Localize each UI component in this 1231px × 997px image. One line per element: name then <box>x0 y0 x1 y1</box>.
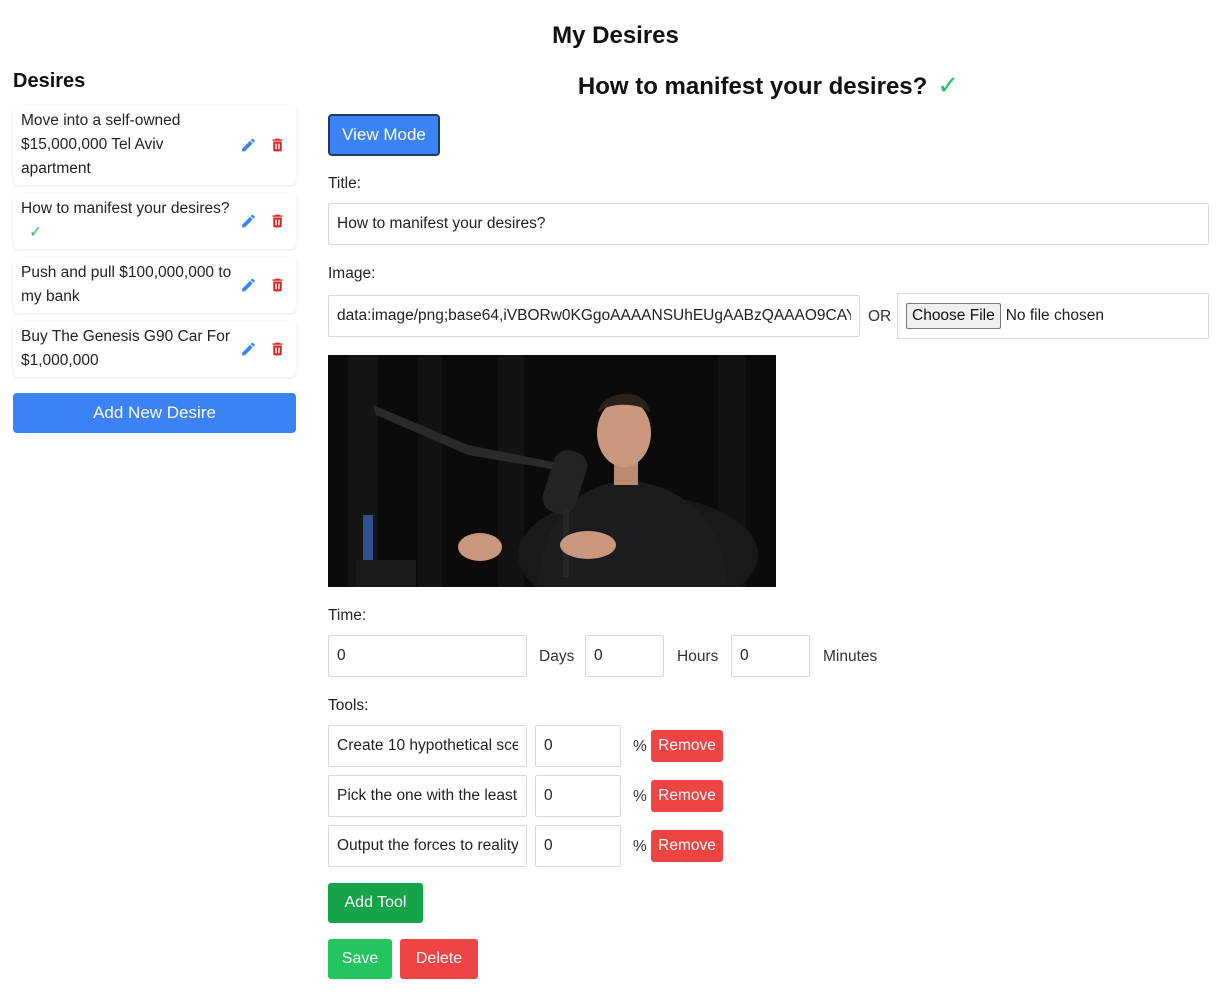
percent-unit: % <box>633 788 647 805</box>
desire-label: Move into a self-owned $15,000,000 Tel A… <box>21 112 181 177</box>
hours-unit: Hours <box>677 648 719 665</box>
desire-actions <box>240 341 286 358</box>
remove-tool-button[interactable]: Remove <box>651 780 723 812</box>
file-status: No file chosen <box>1005 307 1104 324</box>
hours-input[interactable] <box>585 635 664 677</box>
trash-icon[interactable] <box>269 277 286 294</box>
trash-icon[interactable] <box>269 137 286 154</box>
desire-actions <box>240 213 286 230</box>
check-icon: ✓ <box>937 70 960 100</box>
desire-label: Buy The Genesis G90 Car For $1,000,000 <box>21 328 231 369</box>
image-label: Image: <box>328 265 376 282</box>
or-text: OR <box>868 308 892 325</box>
title-input[interactable] <box>328 203 1209 245</box>
days-unit: Days <box>539 648 575 665</box>
desire-item[interactable]: How to manifest your desires? ✓ <box>13 193 296 249</box>
choose-file-button[interactable]: Choose File <box>906 303 1001 329</box>
desire-actions <box>240 277 286 294</box>
desire-title-heading: How to manifest your desires? ✓ <box>328 70 1209 101</box>
remove-tool-button[interactable]: Remove <box>651 830 723 862</box>
days-input[interactable] <box>328 635 527 677</box>
tool-percent-input[interactable] <box>535 825 621 867</box>
page-title: My Desires <box>552 22 679 49</box>
title-label: Title: <box>328 175 362 192</box>
save-button[interactable]: Save <box>328 939 392 979</box>
tool-name-input[interactable] <box>328 725 527 767</box>
desire-item[interactable]: Move into a self-owned $15,000,000 Tel A… <box>13 105 296 185</box>
minutes-input[interactable] <box>731 635 810 677</box>
trash-icon[interactable] <box>269 341 286 358</box>
tool-percent-input[interactable] <box>535 725 621 767</box>
desire-item[interactable]: Buy The Genesis G90 Car For $1,000,000 <box>13 321 296 377</box>
desire-label: How to manifest your desires? <box>21 200 230 217</box>
image-url-input[interactable] <box>328 295 860 337</box>
desire-heading-text: How to manifest your desires? <box>577 73 928 100</box>
trash-icon[interactable] <box>269 213 286 230</box>
tool-name-input[interactable] <box>328 775 527 817</box>
delete-button[interactable]: Delete <box>400 939 478 979</box>
tools-label: Tools: <box>328 697 369 714</box>
desire-label: Push and pull $100,000,000 to my bank <box>21 264 232 305</box>
desires-sidebar: Desires Move into a self-owned $15,000,0… <box>13 70 296 433</box>
check-icon: ✓ <box>29 224 42 241</box>
image-preview <box>328 355 776 587</box>
edit-icon[interactable] <box>240 341 257 358</box>
percent-unit: % <box>633 738 647 755</box>
view-mode-button[interactable]: View Mode <box>328 114 440 156</box>
sidebar-title: Desires <box>13 70 86 92</box>
desire-item[interactable]: Push and pull $100,000,000 to my bank <box>13 257 296 313</box>
minutes-unit: Minutes <box>823 648 878 665</box>
percent-unit: % <box>633 838 647 855</box>
time-label: Time: <box>328 607 367 624</box>
edit-icon[interactable] <box>240 137 257 154</box>
add-tool-button[interactable]: Add Tool <box>328 883 423 923</box>
edit-icon[interactable] <box>240 213 257 230</box>
podcast-photo-image <box>328 355 776 587</box>
tool-percent-input[interactable] <box>535 775 621 817</box>
file-upload: Choose File No file chosen <box>897 293 1209 339</box>
tool-name-input[interactable] <box>328 825 527 867</box>
remove-tool-button[interactable]: Remove <box>651 730 723 762</box>
desire-actions <box>240 137 286 154</box>
add-desire-button[interactable]: Add New Desire <box>13 393 296 433</box>
edit-icon[interactable] <box>240 277 257 294</box>
